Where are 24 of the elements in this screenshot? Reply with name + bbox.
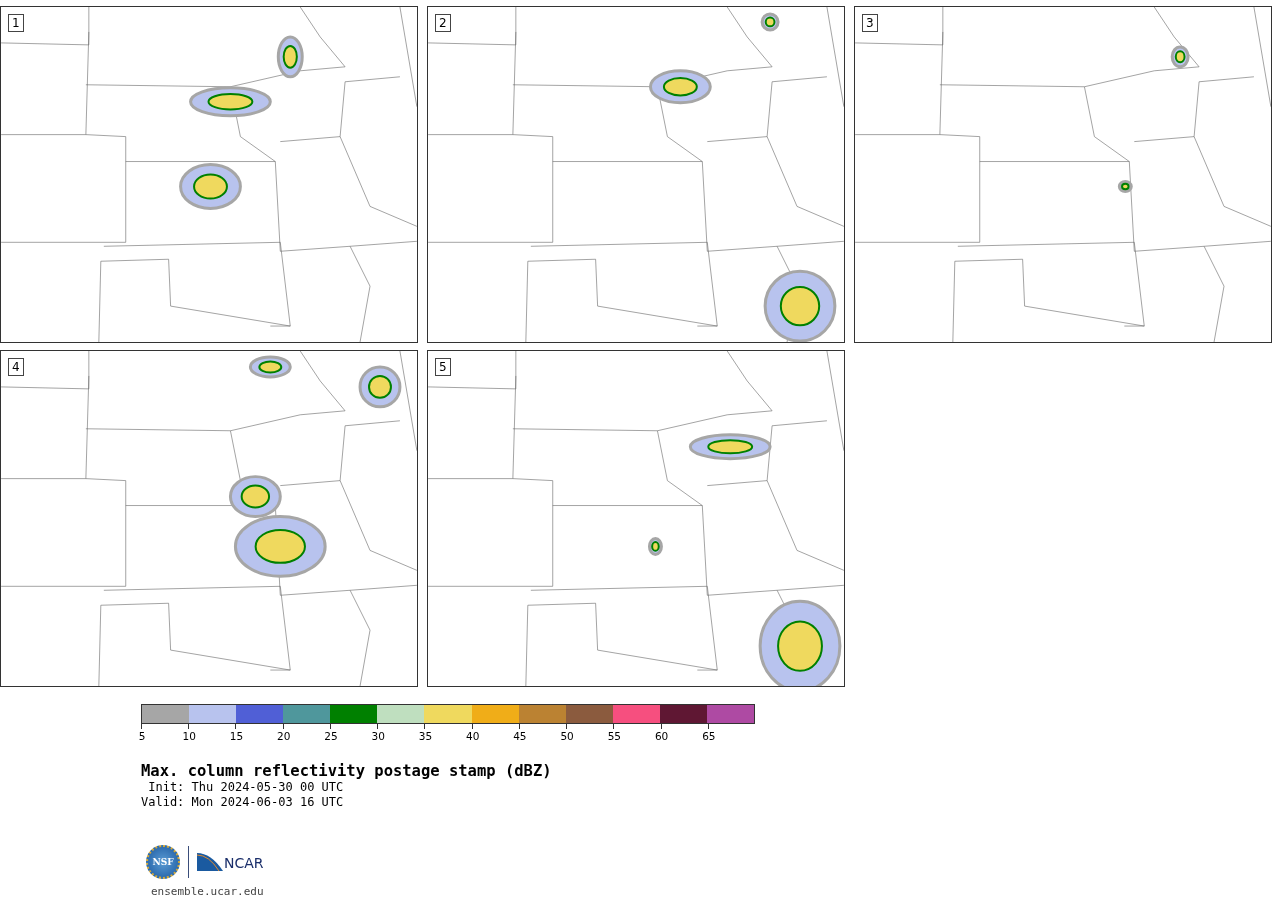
init-time: Init: Thu 2024-05-30 00 UTC xyxy=(147,780,345,795)
panel-number: 5 xyxy=(435,358,451,376)
tick-label: 45 xyxy=(513,730,527,742)
tick-label: 5 xyxy=(138,730,146,742)
panel-number: 4 xyxy=(8,358,24,376)
tick-label: 20 xyxy=(277,730,291,742)
tick-label: 10 xyxy=(182,730,196,742)
tick-label: 25 xyxy=(324,730,338,742)
tick-label: 55 xyxy=(607,730,622,742)
tick-label: 40 xyxy=(465,730,480,742)
panel-number: 3 xyxy=(862,14,878,32)
panel-number: 2 xyxy=(435,14,451,32)
tick-label: 35 xyxy=(418,730,433,742)
nsf-logo: NSF xyxy=(146,845,180,879)
ncar-logo: NCAR xyxy=(197,853,264,871)
valid-time: Valid: Mon 2024-06-03 16 UTC xyxy=(141,795,345,810)
tick-label: 15 xyxy=(229,730,244,742)
panel-number: 1 xyxy=(8,14,24,32)
chart-title: Max. column reflectivity postage stamp (dBZ) xyxy=(141,762,553,780)
tick-label: 30 xyxy=(371,730,385,742)
tick-label: 60 xyxy=(654,730,669,742)
tick-label: 50 xyxy=(560,730,574,742)
tick-label: 65 xyxy=(702,730,716,742)
website-url: ensemble.ucar.edu xyxy=(151,885,265,898)
